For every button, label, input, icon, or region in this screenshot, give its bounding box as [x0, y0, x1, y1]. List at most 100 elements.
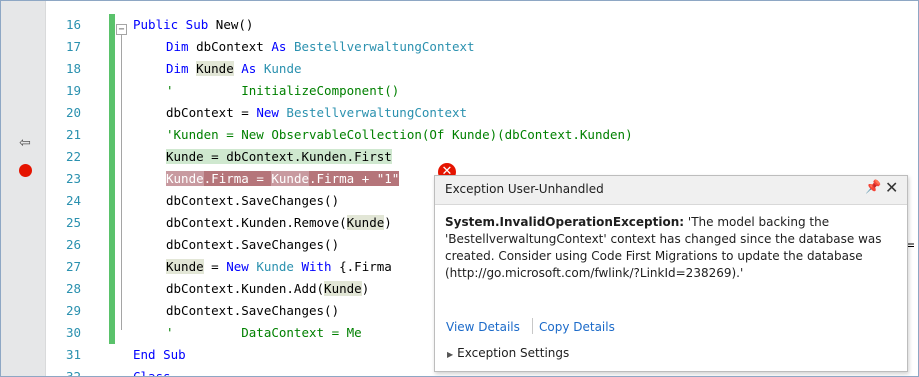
identifier-highlight: Kunde	[271, 171, 310, 186]
change-indicator	[109, 14, 115, 36]
identifier-highlight: Kunde	[196, 61, 234, 76]
change-indicator	[109, 212, 115, 234]
change-indicator	[109, 80, 115, 102]
breakpoint-line[interactable]: Kunde.Firma = Kunde.Firma + "1"	[166, 168, 400, 190]
string-literal: "1"	[376, 171, 400, 186]
current-statement-line[interactable]: Kunde = dbContext.Kunden.First	[166, 146, 392, 168]
expand-triangle-icon: ▶	[447, 350, 454, 359]
line-number: 22	[65, 149, 81, 164]
current-statement-highlight: Kunde = dbContext.Kunden.First	[166, 149, 392, 164]
exception-helper-popup: Exception User-Unhandled 📌 ✕ System.Inva…	[434, 175, 908, 372]
code-line[interactable]: Public Sub New()	[133, 14, 253, 36]
code-line[interactable]: dbContext.SaveChanges()	[166, 234, 339, 256]
keyword: With	[301, 259, 332, 274]
line-number: 29	[65, 303, 81, 318]
change-indicator	[109, 146, 115, 168]
line-number: 19	[65, 83, 81, 98]
type-name: BestellverwaltungContext	[286, 39, 475, 54]
line-number: 30	[65, 325, 81, 340]
change-indicator	[109, 322, 115, 344]
code-text: {.Firma	[331, 259, 392, 274]
indicator-margin[interactable]	[1, 1, 46, 376]
outline-guide	[121, 35, 122, 330]
code-text: =	[203, 259, 227, 274]
code-line[interactable]: dbContext = New BestellverwaltungContext	[166, 102, 467, 124]
popup-header: Exception User-Unhandled 📌 ✕	[435, 176, 907, 205]
identifier-highlight: Kunde	[346, 215, 385, 230]
code-text: dbContext.Kunden.Remove(	[166, 215, 347, 230]
code-text: dbContext.Kunden.Add(	[166, 281, 325, 296]
keyword: New	[256, 105, 279, 120]
line-number: 23	[65, 171, 81, 186]
identifier-highlight: Kunde	[166, 259, 204, 274]
line-number: 32	[65, 369, 81, 377]
code-line[interactable]: ' DataContext = Me	[166, 322, 362, 344]
link-separator	[532, 318, 533, 334]
change-indicator	[109, 168, 115, 190]
copy-details-link[interactable]: Copy Details	[539, 320, 615, 334]
line-number: 28	[65, 281, 81, 296]
exception-type: System.InvalidOperationException:	[445, 215, 685, 229]
line-number: 16	[65, 17, 81, 32]
keyword: Dim	[166, 39, 189, 54]
line-number: 26	[65, 237, 81, 252]
breakpoint-highlight: Kunde.Firma = Kunde.Firma + "1"	[166, 171, 400, 186]
exception-settings-toggle[interactable]: ▶ Exception Settings	[447, 346, 569, 360]
code-text: New()	[208, 17, 254, 32]
type-name: Kunde	[248, 259, 302, 274]
change-indicator	[109, 58, 115, 80]
code-text: )	[384, 215, 392, 230]
code-line[interactable]: Dim Kunde As Kunde	[166, 58, 302, 80]
code-line[interactable]: dbContext.Kunden.Add(Kunde)	[166, 278, 369, 300]
code-line[interactable]: 'Kunden = New ObservableCollection(Of Ku…	[166, 124, 633, 146]
code-line[interactable]: End Sub	[133, 344, 186, 366]
breakpoint-icon[interactable]	[19, 164, 32, 177]
code-text: .Firma +	[309, 171, 377, 186]
view-details-link[interactable]: View Details	[446, 320, 520, 334]
popup-title: Exception User-Unhandled	[445, 182, 604, 196]
collapse-toggle-icon[interactable]: −	[116, 24, 127, 35]
exception-message: System.InvalidOperationException: 'The m…	[445, 214, 900, 282]
change-indicator	[109, 102, 115, 124]
code-line[interactable]: Class	[133, 366, 171, 376]
overflow-text: =	[907, 237, 915, 252]
change-indicator	[109, 190, 115, 212]
code-line[interactable]: ' InitializeComponent()	[166, 80, 399, 102]
close-icon[interactable]: ✕	[885, 178, 898, 197]
code-line[interactable]: dbContext.SaveChanges()	[166, 300, 339, 322]
code-line[interactable]: dbContext.SaveChanges()	[166, 190, 339, 212]
line-number: 17	[65, 39, 81, 54]
change-indicator	[109, 124, 115, 146]
code-text: dbContext =	[166, 105, 257, 120]
code-line[interactable]: dbContext.Kunden.Remove(Kunde)	[166, 212, 392, 234]
keyword: As	[271, 39, 287, 54]
keyword: Dim	[166, 61, 189, 76]
change-indicator	[109, 278, 115, 300]
change-indicator	[109, 300, 115, 322]
line-number: 20	[65, 105, 81, 120]
code-editor: ⇦ 16 17 18 19 20 21 22 23 24 25 26 27 28…	[0, 0, 919, 377]
keyword: New	[226, 259, 249, 274]
code-line[interactable]: Dim dbContext As BestellverwaltungContex…	[166, 36, 475, 58]
change-indicator	[109, 36, 115, 58]
keyword: As	[241, 61, 257, 76]
identifier-highlight: Kunde	[324, 281, 362, 296]
identifier-highlight: Kunde	[166, 171, 204, 186]
current-statement-arrow-icon: ⇦	[19, 135, 31, 151]
keyword: Public Sub	[133, 17, 209, 32]
code-line[interactable]: Kunde = New Kunde With {.Firma	[166, 256, 392, 278]
line-number: 25	[65, 215, 81, 230]
line-number: 24	[65, 193, 81, 208]
change-indicator	[109, 256, 115, 278]
code-text: .Firma =	[203, 171, 272, 186]
change-indicator	[109, 234, 115, 256]
line-number: 18	[65, 61, 81, 76]
line-number: 27	[65, 259, 81, 274]
pin-icon[interactable]: 📌	[865, 180, 881, 195]
code-text: )	[361, 281, 370, 296]
code-text: dbContext	[188, 39, 272, 54]
type-name: Kunde	[256, 61, 302, 76]
type-name: BestellverwaltungContext	[278, 105, 468, 120]
line-number: 31	[65, 347, 81, 362]
line-number: 21	[65, 127, 81, 142]
